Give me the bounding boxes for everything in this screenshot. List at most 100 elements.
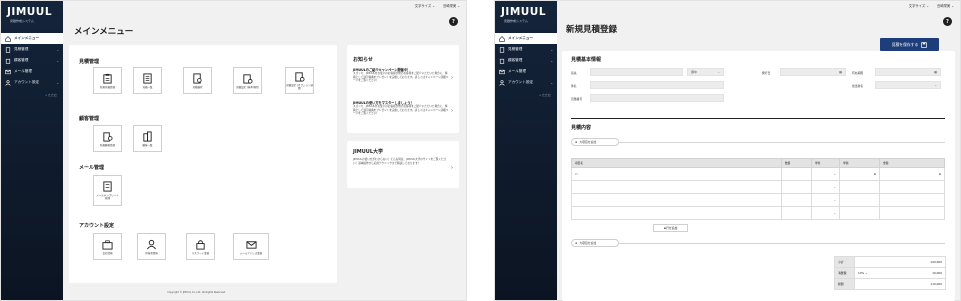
- sidebar-item-estimates[interactable]: 見積管理 ⌄: [1, 44, 63, 55]
- item-name-cell[interactable]: ☐: [571, 167, 782, 181]
- person-icon: [499, 79, 505, 86]
- quantity-cell[interactable]: [781, 206, 812, 220]
- save-icon: [921, 41, 928, 48]
- tile-email-change[interactable]: メールアドレス変更: [233, 233, 269, 260]
- tile-new-estimate[interactable]: 新規見積登録: [93, 67, 122, 94]
- unit-price-cell[interactable]: [839, 180, 880, 194]
- tile-password-change[interactable]: パスワード変更: [186, 233, 215, 260]
- company-label: 宛先: [571, 71, 577, 75]
- user-menu[interactable]: 島崎栄美 ⌄: [937, 3, 954, 8]
- font-size-button[interactable]: 文字サイズ ⌄: [909, 3, 929, 8]
- tile-new-customer[interactable]: 新規顧客登録: [93, 125, 122, 152]
- mail-icon: [245, 240, 257, 249]
- font-size-button[interactable]: 文字サイズ ⌄: [415, 3, 435, 8]
- sidebar-item-customers[interactable]: 顧客管理 ⌄: [1, 55, 63, 66]
- sidebar-item-main-menu[interactable]: メインメニュー: [495, 33, 557, 44]
- save-button-label: 見積を保存する: [891, 41, 919, 47]
- tile-customer-list[interactable]: 顧客一覧: [133, 125, 162, 152]
- unit-price-cell[interactable]: [839, 193, 880, 207]
- chevron-right-icon[interactable]: ›: [451, 165, 453, 171]
- item-name-cell[interactable]: [571, 206, 782, 220]
- tax-value-cell: 10% ⌄ 10,000: [854, 267, 946, 279]
- tile-staff-info[interactable]: 担当者情報: [137, 233, 166, 260]
- subtotal-value: 100,000: [854, 256, 946, 268]
- honorific-select[interactable]: 御中 ⌄: [687, 68, 724, 76]
- tile-company-info[interactable]: 会社情報: [93, 233, 122, 260]
- valid-until-input[interactable]: ▦: [875, 68, 941, 76]
- unit-select[interactable]: ⌄: [811, 167, 840, 181]
- chevron-right-icon[interactable]: ›: [451, 108, 453, 114]
- logo-subtitle: 見積作成システム: [10, 19, 34, 23]
- collapse-sidebar-button[interactable]: « たたむ: [495, 93, 557, 97]
- building-icon: [5, 58, 11, 64]
- sidebar-item-account[interactable]: アカウント設定 ⌄: [495, 77, 557, 88]
- section-rule: [619, 243, 945, 244]
- tile-mail-template[interactable]: メールテンプレート 管理: [93, 175, 122, 206]
- quantity-cell[interactable]: [781, 193, 812, 207]
- tax-rate-select[interactable]: 10% ⌄: [858, 271, 867, 275]
- chevron-down-icon: ⌄: [56, 58, 59, 63]
- tax-value: 10,000: [932, 271, 942, 275]
- tile-estimate-settings-options[interactable]: 見積設定 (オプション項目): [285, 67, 314, 94]
- unit-select[interactable]: ⌄: [811, 193, 840, 207]
- unit-select[interactable]: ⌄: [811, 180, 840, 194]
- tile-estimate-settings-basic[interactable]: 見積設定 (基本項目): [233, 67, 262, 94]
- briefcase-icon: [102, 239, 113, 250]
- tile-estimate-list[interactable]: 見積一覧: [133, 67, 162, 94]
- user-menu[interactable]: 島崎栄美 ⌄: [443, 3, 460, 8]
- amount-cell: [879, 193, 945, 207]
- person-select[interactable]: ⌄: [875, 81, 941, 89]
- unit-price-cell[interactable]: ⊗: [839, 167, 880, 181]
- unit-select[interactable]: ⌄: [811, 206, 840, 220]
- subject-label: 件名: [571, 84, 577, 88]
- add-section-button[interactable]: ⊕ 大項目を追加: [571, 239, 619, 247]
- sidebar-item-account[interactable]: アカウント設定 ⌄: [1, 77, 63, 88]
- subject-input[interactable]: [590, 81, 724, 89]
- collapse-sidebar-button[interactable]: « たたむ: [1, 93, 63, 97]
- save-estimate-button[interactable]: 見積を保存する: [880, 38, 939, 51]
- chevron-down-icon: ⌄: [934, 83, 937, 87]
- sidebar-item-customers[interactable]: 顧客管理 ⌄: [495, 55, 557, 66]
- chevron-right-icon[interactable]: ›: [451, 75, 453, 81]
- add-section-button[interactable]: ⊕ 大項目を追加: [571, 138, 619, 146]
- news-item-body: スズッカ、JIMUULをお使いのお客様が他のお客様をご紹介いただいた場合に、特典…: [353, 105, 449, 116]
- sidebar-item-main-menu[interactable]: メインメニュー: [1, 33, 63, 44]
- section-title-mail: メール管理: [79, 165, 105, 171]
- tile-label: メールテンプレート 管理: [96, 194, 119, 200]
- estimate-list-icon: [143, 72, 152, 84]
- quantity-cell[interactable]: [781, 167, 812, 181]
- mail-icon: [5, 69, 11, 75]
- add-section-label: 大項目を追加: [579, 241, 597, 245]
- issue-date-input[interactable]: ▦: [780, 68, 846, 76]
- sidebar-item-label: メインメニュー: [508, 36, 534, 40]
- item-name-cell[interactable]: [571, 180, 782, 194]
- estimate-no-label: 見積番号: [571, 97, 583, 101]
- tax-rate-value: 10%: [858, 271, 865, 275]
- col-quantity: 数量: [781, 158, 812, 168]
- sidebar-item-estimates[interactable]: 見積管理 ⌄: [495, 44, 557, 55]
- sidebar: JIMUUL 見積作成システム メインメニュー 見積管理 ⌄ 顧客管理 ⌄ メー…: [1, 1, 63, 300]
- item-name-cell[interactable]: [571, 193, 782, 207]
- sidebar-item-label: メール管理: [508, 69, 526, 73]
- home-icon: [5, 35, 11, 42]
- sidebar-item-mail[interactable]: メール管理: [1, 66, 63, 77]
- main-menu-screen: JIMUUL 見積作成システム メインメニュー 見積管理 ⌄ 顧客管理 ⌄ メー…: [0, 0, 467, 301]
- sidebar-item-label: アカウント設定: [14, 80, 40, 84]
- user-name: 島崎栄美: [937, 3, 951, 8]
- sidebar: JIMUUL 見積作成システム メインメニュー 見積管理 ⌄ 顧客管理 ⌄ メー…: [495, 1, 557, 300]
- estimate-no-input[interactable]: [590, 94, 724, 102]
- help-button[interactable]: ?: [449, 17, 458, 26]
- tile-estimate-search[interactable]: 見積検索: [183, 67, 212, 94]
- university-body: JIMUULの使い方がわからない？そんな時は、JIMUUL大学のサイトをご覧くだ…: [353, 158, 447, 165]
- tax-row: 消費税 10% ⌄ 10,000: [834, 267, 946, 279]
- person-icon: [147, 239, 156, 249]
- company-input[interactable]: [590, 68, 683, 76]
- help-button[interactable]: ?: [943, 17, 952, 26]
- quantity-cell[interactable]: [781, 180, 812, 194]
- sidebar-item-mail[interactable]: メール管理: [495, 66, 557, 77]
- unit-price-cell[interactable]: [839, 206, 880, 220]
- total-label: 総額: [834, 278, 855, 290]
- add-row-button[interactable]: ⊞ 行を追加: [653, 224, 688, 232]
- person-icon: [5, 79, 11, 86]
- tile-label: メールアドレス変更: [239, 251, 263, 255]
